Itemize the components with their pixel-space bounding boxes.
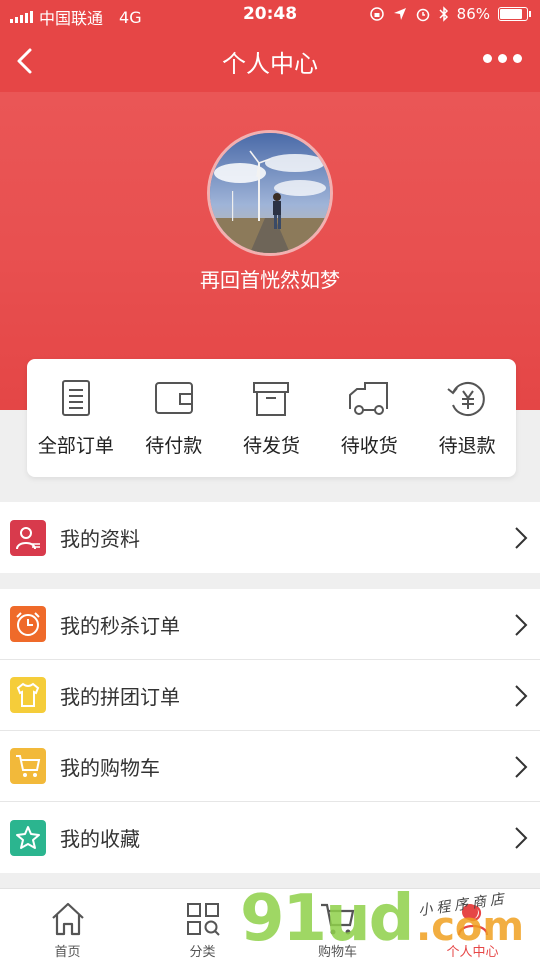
tab-cart[interactable]: 购物车 [270,889,405,960]
order-pending-payment-button[interactable]: 待付款 [125,359,223,477]
order-refund-label: 待退款 [438,435,496,457]
avatar[interactable] [207,130,333,256]
page-title: 个人中心 [222,50,318,78]
order-all-button[interactable]: 全部订单 [27,359,125,477]
chevron-right-icon [515,614,528,636]
cart-tab-icon [320,903,354,935]
truck-icon [349,382,389,415]
order-pending-receipt-label: 待收货 [340,435,398,457]
star-icon [10,819,46,856]
menu-item-flash-sale-orders[interactable]: 我的秒杀订单 [0,589,540,660]
order-pending-shipment-label: 待发货 [242,435,300,457]
profile-icon [10,519,46,556]
profile-menu: 我的资料 [0,502,540,573]
menu-item-label: 我的资料 [60,527,140,551]
chevron-right-icon [515,685,528,707]
tab-category[interactable]: 分类 [135,889,270,960]
tab-home-label: 首页 [54,945,81,960]
refund-icon [447,382,485,416]
wallet-icon [154,382,193,414]
menu-item-label: 我的购物车 [60,755,160,780]
chevron-right-icon [515,827,528,849]
username: 再回首恍然如梦 [200,268,340,292]
bluetooth-icon [439,6,448,22]
tab-cart-label: 购物车 [317,945,357,960]
battery-percent: 86% [456,5,490,23]
order-all-label: 全部订单 [37,435,114,457]
notification-dot [462,904,478,920]
battery-icon [498,7,531,21]
order-pending-shipment-button[interactable]: 待发货 [223,359,321,477]
shirt-icon [10,677,46,713]
tab-profile-label: 个人中心 [446,945,499,960]
chevron-right-icon [515,527,528,549]
order-refund-button[interactable]: 待退款 [418,359,516,477]
tab-home[interactable]: 首页 [0,889,135,960]
orders-menu: 我的秒杀订单 我的拼团订单 我的购物车 我的收藏 [0,589,540,873]
avatar-photo [210,133,330,253]
status-bar: 中国联通 4G 20:48 86% [0,0,540,30]
order-list-icon [61,380,90,416]
alarm-clock-icon [10,606,46,642]
cart-icon [10,748,46,784]
tab-category-label: 分类 [189,945,216,960]
home-icon [51,902,84,936]
box-icon [253,382,290,416]
order-pending-payment-label: 待付款 [145,435,203,457]
menu-item-label: 我的收藏 [60,827,140,851]
menu-item-label: 我的秒杀订单 [60,613,180,638]
more-menu-icon[interactable] [483,54,522,63]
tab-bar: 首页 分类 购物车 个人中心 [0,888,540,960]
menu-item-my-profile[interactable]: 我的资料 [0,502,540,573]
order-status-card: 全部订单 待付款 待发货 待收货 待退款 [27,359,516,477]
menu-item-label: 我的拼团订单 [60,684,180,709]
order-pending-receipt-button[interactable]: 待收货 [320,359,418,477]
nav-bar: 个人中心 [0,30,540,92]
rotation-lock-icon [369,7,384,21]
alarm-icon [416,8,429,22]
tab-profile[interactable]: 个人中心 [405,889,540,960]
location-icon [393,8,406,20]
category-icon [186,903,220,936]
chevron-right-icon [515,756,528,778]
menu-item-shopping-cart[interactable]: 我的购物车 [0,731,540,802]
menu-item-favorites[interactable]: 我的收藏 [0,802,540,873]
menu-item-group-buy-orders[interactable]: 我的拼团订单 [0,660,540,731]
